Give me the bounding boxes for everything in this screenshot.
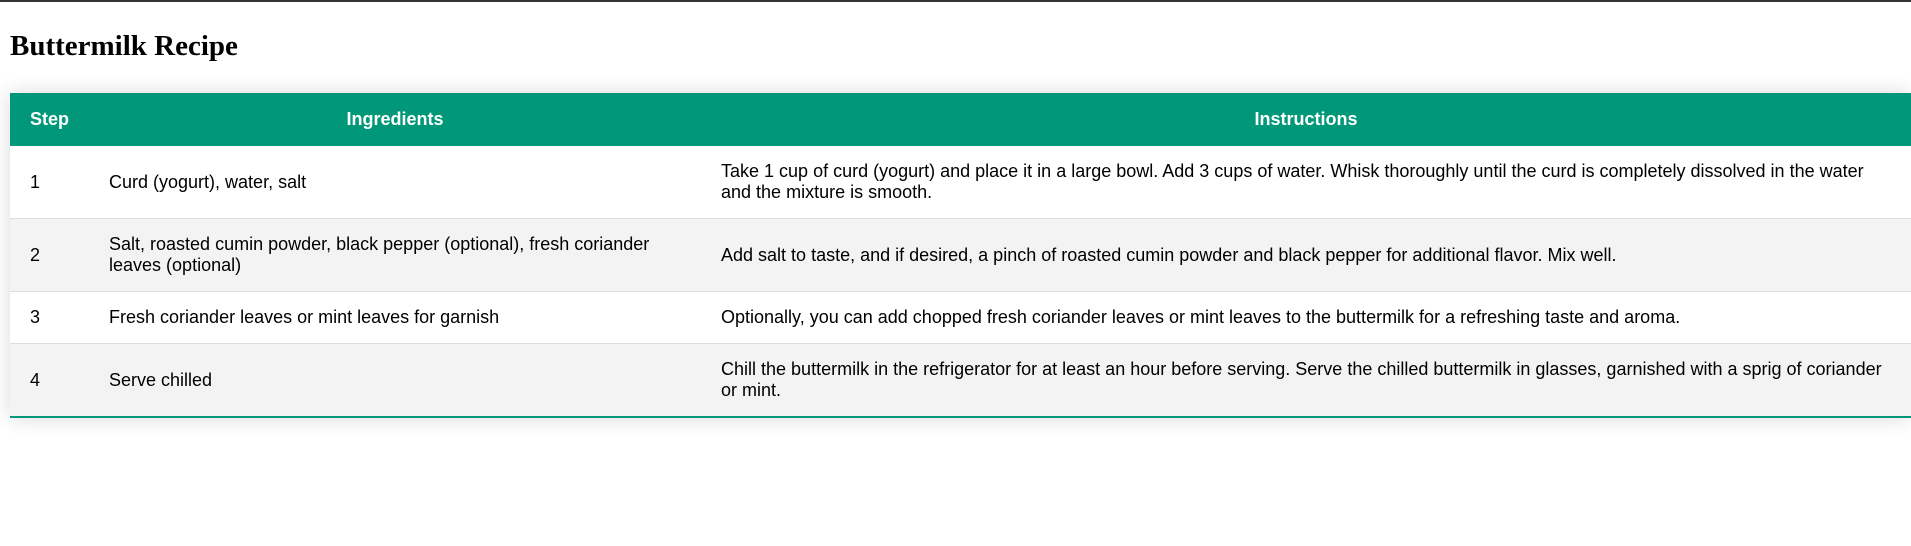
header-ingredients: Ingredients xyxy=(346,109,444,129)
cell-instructions: Optionally, you can add chopped fresh co… xyxy=(701,291,1911,344)
cell-ingredients: Salt, roasted cumin powder, black pepper… xyxy=(89,218,702,292)
page-title: Buttermilk Recipe xyxy=(10,30,238,62)
header-instructions: Instructions xyxy=(1254,109,1358,129)
cell-instructions: Chill the buttermilk in the refrigerator… xyxy=(721,359,1882,400)
table-header: Step Ingredients Instructions xyxy=(10,93,1911,146)
cell-ingredients: Serve chilled xyxy=(109,369,213,390)
table-row: 1 Curd (yogurt), water, salt Take 1 cup … xyxy=(10,146,1911,219)
recipe-table: Step Ingredients Instructions 1 Curd (yo… xyxy=(10,93,1911,418)
page-container: Buttermilk Recipe Step Ingredients Instr… xyxy=(0,29,1911,418)
cell-ingredients: Curd (yogurt), water, salt xyxy=(89,146,702,219)
table-row: 3 Fresh coriander leaves or mint leaves … xyxy=(10,291,1911,344)
cell-instructions: Add salt to taste, and if desired, a pin… xyxy=(701,218,1911,292)
cell-step: 4 xyxy=(30,369,41,390)
header-step: Step xyxy=(30,109,70,129)
table-header-row: Step Ingredients Instructions xyxy=(10,93,1911,146)
cell-instructions: Take 1 cup of curd (yogurt) and place it… xyxy=(701,146,1911,219)
cell-step: 2 xyxy=(10,218,90,292)
cell-step: 3 xyxy=(10,291,90,344)
cell-ingredients: Fresh coriander leaves or mint leaves fo… xyxy=(89,291,702,344)
table-row: 4 Serve chilled Chill the buttermilk in … xyxy=(10,343,1911,417)
table-row: 2 Salt, roasted cumin powder, black pepp… xyxy=(10,218,1911,292)
cell-step: 1 xyxy=(10,146,90,219)
table-body: 1 Curd (yogurt), water, salt Take 1 cup … xyxy=(10,146,1911,417)
